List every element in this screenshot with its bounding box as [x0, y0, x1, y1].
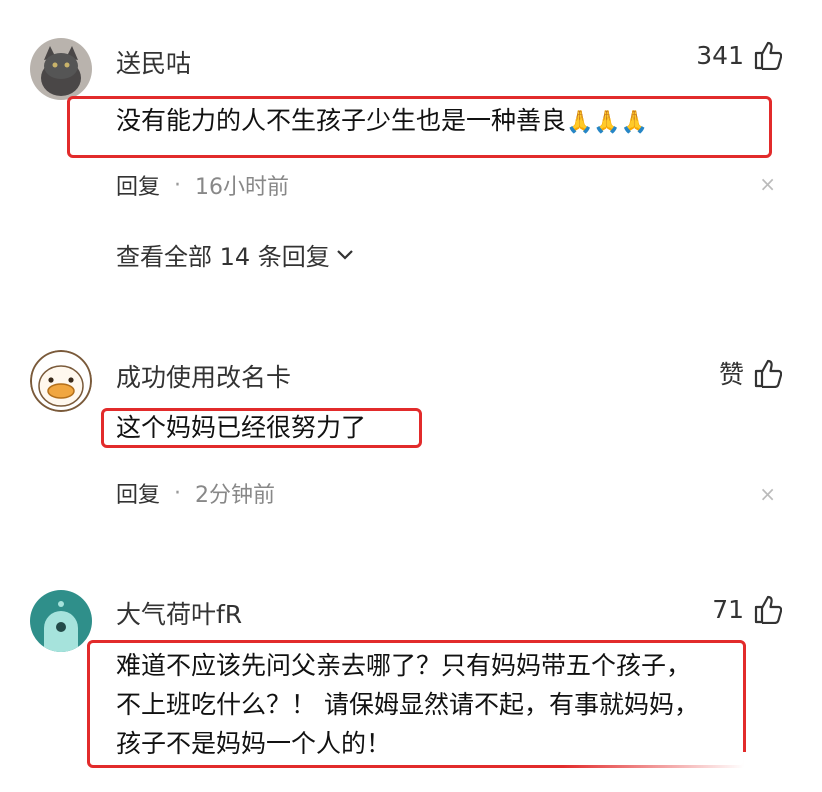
comment-text-line: 难道不应该先问父亲去哪了？只有妈妈带五个孩子， [116, 651, 692, 680]
like-count: 赞 [718, 360, 744, 389]
thumbs-up-icon [754, 595, 782, 624]
comment-meta: 回复 · 16小时前 [116, 169, 289, 201]
reply-button[interactable]: 回复 [116, 169, 160, 201]
like-count: 71 [712, 594, 744, 624]
thumbs-up-icon [754, 359, 782, 388]
bottom-fade-overlay [562, 752, 822, 792]
duck-avatar-icon [30, 350, 92, 412]
avatar-ghost[interactable] [30, 590, 92, 652]
comment-username[interactable]: 送民咕 [116, 44, 191, 80]
pray-emoji-icon: 🙏🙏🙏 [566, 109, 649, 135]
close-icon[interactable]: × [759, 172, 776, 196]
close-icon[interactable]: × [759, 482, 776, 506]
ghost-avatar-icon [30, 590, 92, 652]
comment-time: 2分钟前 [195, 483, 276, 508]
view-all-replies-label: 查看全部 14 条回复 [116, 243, 330, 271]
comment-username[interactable]: 大气荷叶fR [116, 595, 242, 631]
comment-time: 16小时前 [195, 175, 290, 200]
comment-text-content: 没有能力的人不生孩子少生也是一种善良 [116, 106, 567, 135]
avatar-duck[interactable] [30, 350, 92, 412]
cat-avatar-icon [30, 38, 92, 100]
like-count: 341 [696, 40, 744, 70]
like-button[interactable]: 71 [712, 594, 782, 624]
chevron-down-icon [337, 249, 353, 260]
like-button[interactable]: 赞 [719, 355, 782, 391]
reply-button[interactable]: 回复 [116, 477, 160, 509]
avatar-cat[interactable] [30, 38, 92, 100]
comment-text: 没有能力的人不生孩子少生也是一种善良🙏🙏🙏 [116, 101, 648, 142]
view-all-replies-button[interactable]: 查看全部 14 条回复 [116, 237, 354, 272]
comment-username[interactable]: 成功使用改名卡 [116, 358, 291, 394]
separator-dot: · [174, 480, 182, 506]
like-button[interactable]: 341 [696, 40, 782, 70]
comment-text: 这个妈妈已经很努力了 [116, 413, 367, 442]
thumbs-up-icon [754, 41, 782, 70]
comment-text-line: 不上班吃什么？！ 请保姆显然请不起，有事就妈妈， [116, 690, 699, 719]
separator-dot: · [174, 172, 182, 198]
comment-text: 难道不应该先问父亲去哪了？只有妈妈带五个孩子， 不上班吃什么？！ 请保姆显然请不… [116, 646, 699, 763]
comment-meta: 回复 · 2分钟前 [116, 477, 275, 509]
